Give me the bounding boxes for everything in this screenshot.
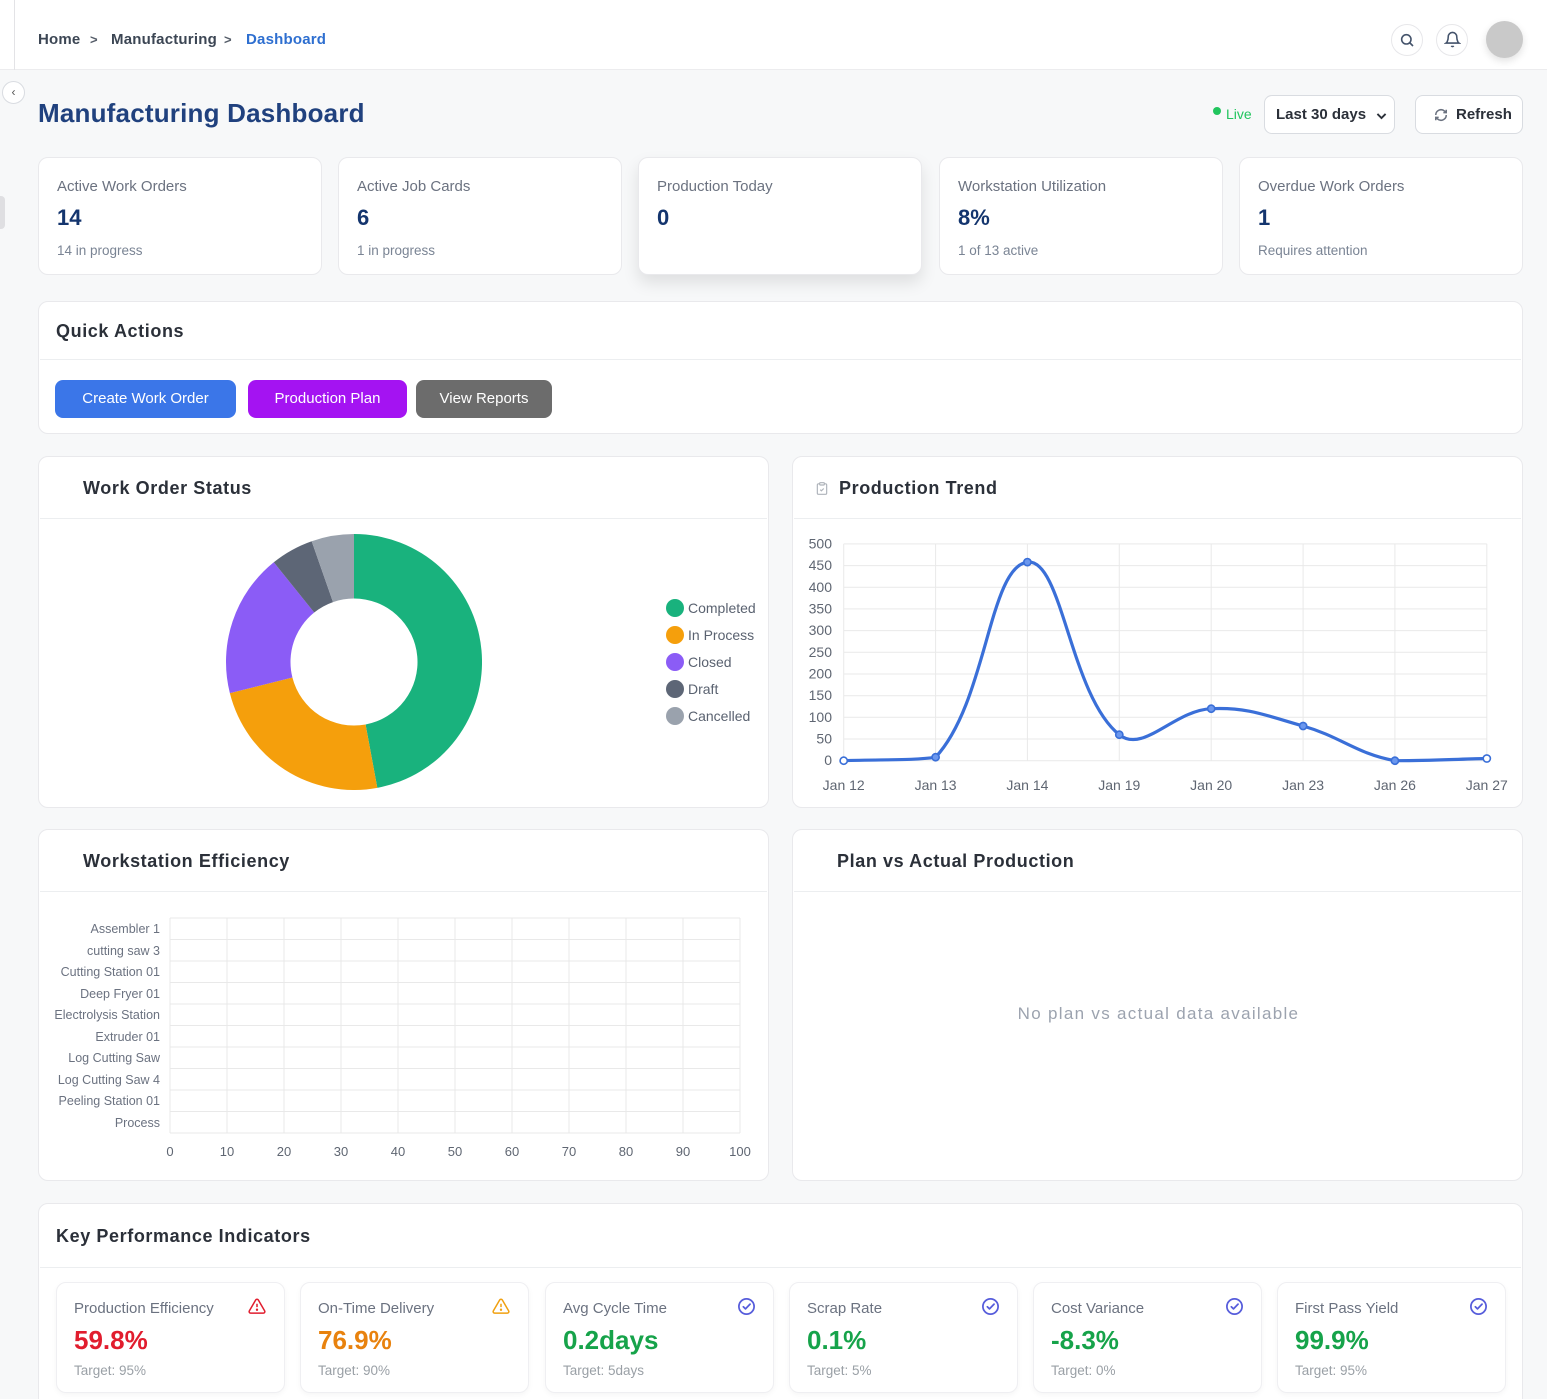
svg-text:Electrolysis Station: Electrolysis Station <box>54 1008 160 1022</box>
svg-text:30: 30 <box>334 1144 348 1159</box>
svg-text:350: 350 <box>809 600 833 616</box>
svg-text:Jan 19: Jan 19 <box>1098 777 1140 793</box>
svg-text:Jan 27: Jan 27 <box>1466 777 1508 793</box>
svg-text:80: 80 <box>619 1144 633 1159</box>
svg-text:Jan 13: Jan 13 <box>915 777 957 793</box>
svg-text:150: 150 <box>809 687 833 703</box>
svg-text:Log Cutting Saw 4: Log Cutting Saw 4 <box>58 1073 160 1087</box>
svg-text:200: 200 <box>809 666 833 682</box>
svg-text:450: 450 <box>809 557 833 573</box>
svg-text:40: 40 <box>391 1144 405 1159</box>
svg-text:Jan 23: Jan 23 <box>1282 777 1324 793</box>
svg-text:50: 50 <box>448 1144 462 1159</box>
svg-text:Assembler 1: Assembler 1 <box>91 922 161 936</box>
svg-text:20: 20 <box>277 1144 291 1159</box>
svg-text:Jan 14: Jan 14 <box>1006 777 1048 793</box>
svg-text:90: 90 <box>676 1144 690 1159</box>
svg-text:10: 10 <box>220 1144 234 1159</box>
svg-text:Extruder 01: Extruder 01 <box>95 1030 160 1044</box>
svg-text:Peeling Station 01: Peeling Station 01 <box>59 1094 161 1108</box>
svg-text:250: 250 <box>809 644 833 660</box>
svg-text:cutting saw 3: cutting saw 3 <box>87 944 160 958</box>
svg-text:Jan 20: Jan 20 <box>1190 777 1232 793</box>
svg-text:Jan 12: Jan 12 <box>823 777 865 793</box>
svg-text:400: 400 <box>809 579 833 595</box>
svg-text:300: 300 <box>809 622 833 638</box>
svg-text:Log Cutting Saw: Log Cutting Saw <box>68 1051 161 1065</box>
svg-text:Cutting Station 01: Cutting Station 01 <box>61 965 160 979</box>
svg-text:70: 70 <box>562 1144 576 1159</box>
svg-text:50: 50 <box>816 731 832 747</box>
svg-text:60: 60 <box>505 1144 519 1159</box>
svg-text:100: 100 <box>729 1144 751 1159</box>
svg-text:Deep Fryer 01: Deep Fryer 01 <box>80 987 160 1001</box>
svg-text:500: 500 <box>809 535 833 551</box>
svg-text:100: 100 <box>809 709 833 725</box>
svg-text:Process: Process <box>115 1116 160 1130</box>
svg-text:Jan 26: Jan 26 <box>1374 777 1416 793</box>
svg-text:0: 0 <box>166 1144 173 1159</box>
svg-text:0: 0 <box>824 752 832 768</box>
